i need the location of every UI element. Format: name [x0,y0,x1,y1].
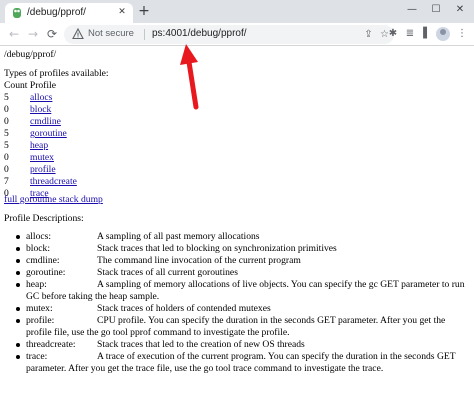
description-name: threadcreate: [26,339,76,350]
profile-count: 0 [4,116,9,127]
profile-count: 0 [4,152,9,163]
kebab-menu-icon[interactable]: ⋮ [455,27,469,41]
description-text: Stack traces that led to blocking on syn… [97,243,337,254]
profile-row: 7 threadcreate [0,176,200,188]
description-name: trace: [26,351,48,362]
description-list: allocs: A sampling of all past memory all… [15,231,470,375]
profile-link-allocs[interactable]: allocs [30,92,52,104]
profile-link-mutex[interactable]: mutex [30,152,54,164]
not-secure-label[interactable]: Not secure [88,28,134,39]
description-name: cmdline: [26,255,60,266]
profile-row: 5 heap [0,140,200,152]
gopher-favicon-icon [13,8,21,18]
address-bar[interactable]: Not secure ps:4001/debug/pprof/ ⇪ ☆ [64,25,394,44]
back-arrow-icon[interactable]: ← [5,25,23,43]
maximize-icon[interactable]: ☐ [426,2,446,18]
profile-row: 5 allocs [0,92,200,104]
profile-count: 0 [4,164,9,175]
window-close-icon[interactable]: ✕ [450,2,470,18]
profile-row: 0 cmdline [0,116,200,128]
description-text: A sampling of all past memory allocation… [97,231,260,242]
description-text: The command line invocation of the curre… [97,255,301,266]
profile-row: 0 profile [0,164,200,176]
count-profile-header: Count Profile [4,80,56,91]
profile-count: 5 [4,128,9,139]
description-item: cmdline: The command line invocation of t… [15,255,470,267]
description-item: heap: A sampling of memory allocations of… [15,279,470,303]
description-name: mutex: [26,303,53,314]
profile-link-threadcreate[interactable]: threadcreate [30,176,77,188]
tab-strip: /debug/pprof/ ✕ + — ☐ ✕ [0,0,474,23]
description-text: Stack traces that led to the creation of… [97,339,305,350]
profile-link-cmdline[interactable]: cmdline [30,116,61,128]
tab-close-icon[interactable]: ✕ [116,6,128,18]
browser-tab[interactable]: /debug/pprof/ ✕ [5,3,133,23]
profile-avatar[interactable] [436,27,450,41]
description-text: Stack traces of holders of contended mut… [97,303,271,314]
description-item: profile: CPU profile. You can specify the… [15,315,470,339]
share-icon[interactable]: ⇪ [362,28,375,41]
profile-row: 0 mutex [0,152,200,164]
profile-row: 0 block [0,104,200,116]
new-tab-button[interactable]: + [137,4,151,18]
tab-title: /debug/pprof/ [27,7,86,18]
profile-count: 7 [4,176,9,187]
description-item: allocs: A sampling of all past memory all… [15,231,470,243]
side-panel-icon[interactable]: ▌ [420,27,434,41]
page-title: /debug/pprof/ [4,49,57,60]
not-secure-warning-icon[interactable] [72,28,84,40]
description-name: goroutine: [26,267,66,278]
extensions-icon[interactable]: ✱ [386,27,400,41]
address-divider [144,29,145,40]
profile-link-block[interactable]: block [30,104,51,116]
profile-count: 5 [4,92,9,103]
minimize-icon[interactable]: — [402,2,422,18]
reading-list-icon[interactable]: ≣ [403,27,417,41]
description-text: Stack traces of all current goroutines [97,267,238,278]
reload-icon[interactable]: ⟳ [43,25,61,43]
description-item: goroutine: Stack traces of all current go… [15,267,470,279]
description-item: threadcreate: Stack traces that led to th… [15,339,470,351]
profile-link-goroutine[interactable]: goroutine [30,128,67,140]
description-name: block: [26,243,50,254]
pprof-page: /debug/pprof/ Types of profiles availabl… [0,47,474,409]
description-item: block: Stack traces that led to blocking … [15,243,470,255]
profile-link-heap[interactable]: heap [30,140,48,152]
full-goroutine-dump-link[interactable]: full goroutine stack dump [4,194,103,206]
browser-toolbar: ← → ⟳ Not secure ps:4001/debug/pprof/ ⇪ … [0,23,474,46]
profile-row: 5 goroutine [0,128,200,140]
description-name: heap: [26,279,47,290]
description-name: allocs: [26,231,52,242]
description-item: mutex: Stack traces of holders of contend… [15,303,470,315]
description-item: trace: A trace of execution of the curren… [15,351,470,375]
types-heading: Types of profiles available: [4,68,109,79]
profile-count: 0 [4,104,9,115]
descriptions-heading: Profile Descriptions: [4,213,84,224]
forward-arrow-icon[interactable]: → [24,25,42,43]
description-name: profile: [26,315,55,326]
url-text[interactable]: ps:4001/debug/pprof/ [152,28,247,39]
profile-link-profile[interactable]: profile [30,164,56,176]
profile-count: 5 [4,140,9,151]
